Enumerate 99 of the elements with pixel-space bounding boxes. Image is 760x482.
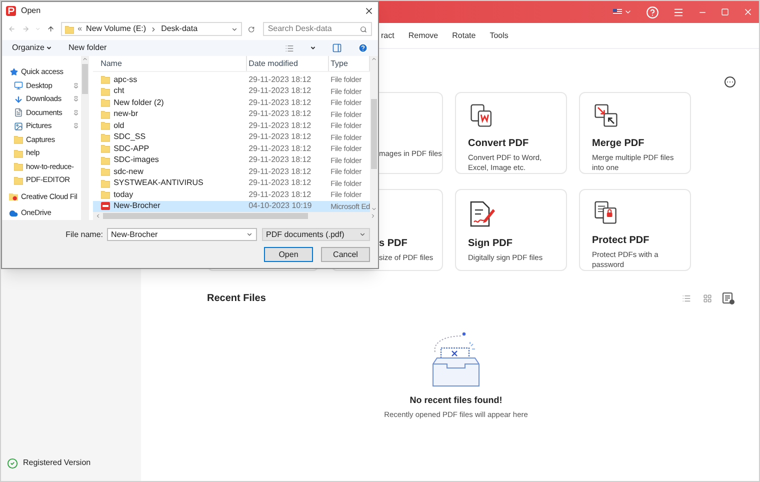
file-name: new-br [114, 108, 138, 120]
dropdown-icon[interactable] [310, 45, 316, 51]
merge-icon [592, 103, 620, 128]
file-name: SYSTWEAK-ANTIVIRUS [114, 177, 204, 190]
search-icon [360, 26, 367, 32]
file-date: 29-11-2023 18:12 [248, 188, 312, 201]
scroll-thumb[interactable] [102, 213, 308, 219]
cancel-button[interactable]: Cancel [321, 247, 370, 262]
file-name: apc-ss [114, 74, 138, 86]
file-date: 29-11-2023 18:12 [248, 142, 312, 155]
address-bar[interactable]: « New Volume (E:) Desk-data [60, 22, 242, 36]
grid-view-icon[interactable] [703, 294, 712, 303]
pdf-icon [100, 202, 110, 210]
card-title: s PDF [379, 237, 408, 251]
help-icon[interactable] [358, 43, 368, 53]
scroll-right-icon[interactable] [370, 213, 376, 219]
up-icon[interactable] [46, 25, 55, 33]
empty-title: No recent files found! [410, 394, 502, 407]
card-title: Protect PDF [592, 234, 650, 248]
file-date: 29-11-2023 18:12 [248, 154, 312, 166]
scrollbar[interactable] [80, 56, 89, 220]
card-title: Convert PDF [468, 137, 530, 151]
file-name-field[interactable]: New-Brocher [107, 228, 257, 241]
flag-icon[interactable] [613, 9, 622, 15]
column-header[interactable]: Date modified [246, 56, 329, 71]
help-icon[interactable] [646, 6, 659, 18]
folder-icon [9, 192, 18, 201]
signature-icon [468, 200, 496, 228]
file-name: today [114, 188, 134, 201]
list-view-icon[interactable] [682, 294, 691, 303]
toolbar-button[interactable]: Organize [12, 42, 52, 54]
menu-tab[interactable]: Tools [490, 30, 508, 42]
search-field[interactable]: Search Desk-data [262, 22, 372, 36]
file-date: 04-10-2023 10:19 [248, 200, 313, 212]
scroll-thumb[interactable] [371, 99, 377, 169]
menu-tab[interactable]: Remove [408, 30, 438, 42]
menu-tab[interactable]: Rotate [452, 30, 476, 42]
file-name: cht [114, 85, 124, 98]
recent-locations-icon[interactable] [35, 26, 41, 32]
empty-tray-drawing [431, 330, 481, 388]
file-date: 29-11-2023 18:12 [248, 177, 312, 190]
app-logo-icon [6, 6, 16, 16]
more-icon[interactable] [724, 76, 736, 88]
document-icon [14, 108, 23, 117]
dialog-title: Open [21, 5, 41, 17]
address-overflow: « [78, 23, 82, 35]
registered-status: Registered Version [23, 457, 91, 469]
file-name: SDC-APP [114, 142, 150, 155]
forward-icon[interactable] [22, 25, 30, 33]
scroll-up-icon[interactable] [371, 56, 377, 62]
file-date: 29-11-2023 18:12 [248, 131, 312, 144]
card-title: Sign PDF [468, 237, 514, 251]
file-type-dropdown[interactable]: PDF documents (.pdf) [262, 228, 370, 241]
menu-icon[interactable] [673, 6, 684, 18]
card-title: Merge PDF [592, 137, 646, 151]
file-name: New-Brocher [114, 200, 160, 212]
file-name: New folder (2) [114, 96, 164, 109]
file-date: 29-11-2023 18:12 [248, 96, 312, 109]
cloud-icon [9, 208, 18, 218]
maximize-icon[interactable] [721, 8, 729, 16]
scroll-up-icon[interactable] [82, 56, 88, 62]
check-icon [7, 458, 18, 468]
star-icon [10, 68, 18, 76]
clear-list-icon[interactable] [722, 292, 735, 305]
file-name: sdc-new [114, 166, 144, 178]
monitor-icon [14, 81, 23, 90]
scroll-down-icon[interactable] [371, 206, 377, 212]
close-icon[interactable] [364, 6, 374, 16]
download-icon [14, 94, 23, 104]
section-title: Recent Files [207, 292, 266, 306]
file-name: SDC-images [114, 154, 159, 166]
toolbar-button[interactable]: New folder [68, 42, 107, 54]
address-segment[interactable]: Desk-data [161, 23, 198, 35]
dropdown-icon[interactable] [231, 26, 238, 32]
chevron-icon [150, 26, 158, 32]
scroll-left-icon[interactable] [94, 213, 101, 219]
back-icon[interactable] [8, 25, 16, 33]
file-name: old [114, 120, 124, 132]
view-options-icon[interactable] [285, 44, 294, 52]
file-date: 29-11-2023 18:12 [248, 108, 312, 120]
column-header[interactable]: Name [92, 56, 247, 71]
file-date: 29-11-2023 18:12 [248, 166, 312, 178]
picture-icon [14, 122, 23, 130]
menu-tab[interactable]: ract [381, 30, 394, 42]
scrollbar[interactable] [370, 56, 378, 212]
field-label: File name: [66, 228, 103, 240]
file-name: SDC_SS [114, 131, 146, 144]
dropdown-icon[interactable] [246, 231, 253, 238]
file-date: 29-11-2023 18:12 [248, 85, 312, 98]
file-date: 29-11-2023 18:12 [248, 120, 312, 132]
file-date: 29-11-2023 18:12 [248, 74, 312, 86]
preview-pane-icon[interactable] [332, 43, 342, 53]
scroll-thumb[interactable] [82, 64, 88, 94]
address-segment[interactable]: New Volume (E:) [86, 23, 146, 35]
scrollbar[interactable] [92, 212, 378, 220]
open-button[interactable]: Open [264, 247, 313, 262]
caret-icon [46, 45, 52, 51]
refresh-icon[interactable] [248, 26, 255, 32]
dropdown-icon [359, 231, 366, 238]
